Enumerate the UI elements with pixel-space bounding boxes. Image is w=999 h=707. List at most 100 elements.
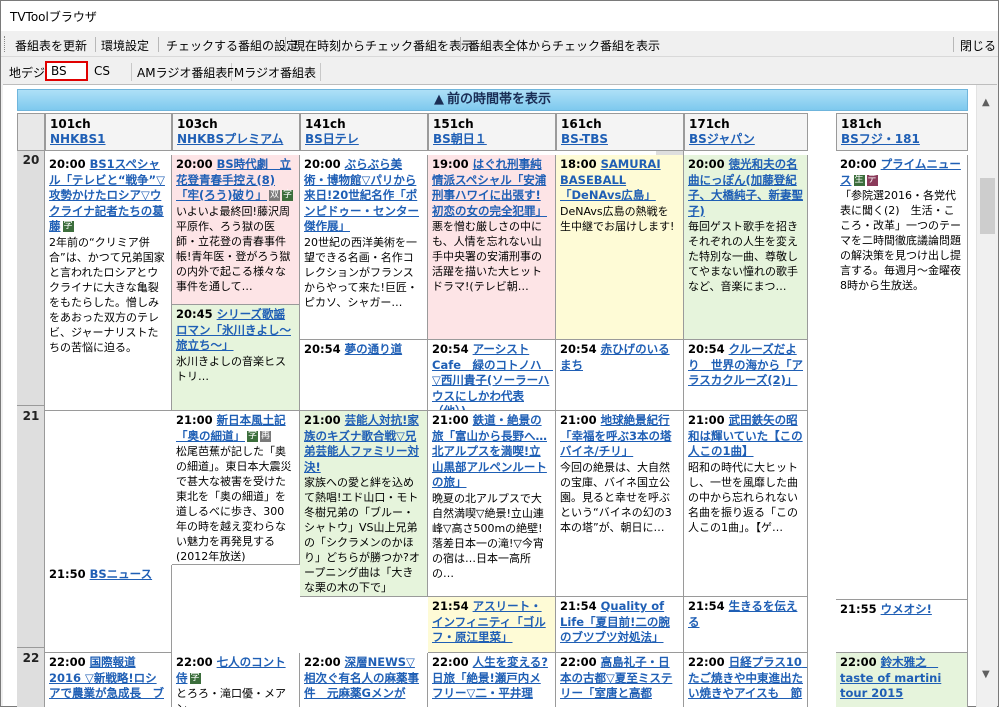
program-heading: 20:54 赤ひげのいるまち: [560, 342, 679, 373]
program-heading: 20:45 シリーズ歌謡ロマン「氷川きよし～旅立ち～」: [176, 307, 295, 354]
program-cell[interactable]: 20:54 アーシストCafe 緑のコトノハ ▽西川貴子(ソーラーハウスにしかわ代…: [428, 340, 556, 411]
settings-button[interactable]: 環境設定: [101, 37, 149, 54]
program-cell[interactable]: 20:00 BS時代劇 立花登青春手控え(8)「牢(ろう)破り」双字いよいよ最終回…: [172, 155, 300, 305]
channel-header: 103ch NHKBSプレミアム: [172, 113, 300, 151]
program-cell[interactable]: 22:00七人のコント侍字とろろ・滝口優・メアン…: [172, 653, 300, 707]
program-cell[interactable]: 21:00 新日本風土記「奥の細道」字再松尾芭蕉が記した「奥の細道」。東日本大震災…: [172, 411, 300, 565]
hour-column-left: [17, 151, 45, 707]
channel-name-link[interactable]: NHKBSプレミアム: [177, 132, 299, 147]
program-cell[interactable]: 22:00国際報道2016 ▽新戦略!ロシアで農業が急成長 ブー: [45, 653, 172, 707]
refresh-schedule-button[interactable]: 番組表を更新: [15, 37, 87, 54]
program-cell[interactable]: 20:54 赤ひげのいるまち: [556, 340, 684, 411]
program-cell[interactable]: 19:00 はぐれ刑事純情派スペシャル「安浦刑事ハワイに出張す!初恋の女の完全犯罪…: [428, 155, 556, 340]
channel-number: 151ch: [433, 117, 474, 131]
channel-number: 181ch: [841, 117, 882, 131]
channel-number: 141ch: [305, 117, 346, 131]
vertical-scrollbar[interactable]: ▲ ▼: [976, 85, 997, 707]
program-badge: 字: [62, 221, 74, 232]
hour-label: 20: [22, 153, 40, 167]
program-heading: 20:00 徳光和夫の名曲にっぽん(加藤登紀子、大橋純子、新妻聖子): [688, 157, 803, 219]
program-time: 22:00: [176, 655, 213, 669]
program-title-link[interactable]: 夢の通り道: [345, 342, 403, 356]
program-heading: 18:00 SAMURAI BASEBALL「DeNAvs広島」: [560, 157, 679, 204]
program-cell[interactable]: 21:50 BSニュース: [45, 565, 172, 653]
toolbar-grip[interactable]: [4, 36, 7, 52]
program-grid: 202122202122101chNHKBS1103chNHKBSプレミアム14…: [17, 113, 968, 707]
program-time: 20:54: [432, 342, 469, 356]
program-description: DeNAvs広島の熱戦を生中継でお届けします!: [560, 204, 675, 233]
program-heading: 19:00 はぐれ刑事純情派スペシャル「安浦刑事ハワイに出張す!初恋の女の完全犯罪…: [432, 157, 551, 219]
program-heading: 20:54 夢の通り道: [304, 342, 423, 358]
channel-header: 181ch BSフジ・181: [836, 113, 968, 151]
previous-timeslot-button[interactable]: ▲ 前の時間帯を表示: [17, 89, 968, 111]
tab-am-radio[interactable]: AMラジオ番組表: [133, 63, 233, 81]
channel-name-link[interactable]: BS日テレ: [305, 132, 427, 147]
program-cell[interactable]: 21:00 武田鉄矢の昭和は輝いていた【この人この1曲】 昭和の時代に大ヒットし、一…: [684, 411, 808, 597]
program-cell[interactable]: 22:00 鈴木雅之 taste of martini tour 2015: [836, 653, 968, 707]
show-check-from-now-button[interactable]: 現在時刻からチェック番組を表示: [293, 37, 473, 54]
program-cell[interactable]: 21:00 芸能人対抗!家族のキズナ歌合戦▽兄弟芸能人ファミリー対決! 家族への愛と…: [300, 411, 428, 597]
program-cell[interactable]: 22:00 高島礼子・日本の古都▽夏至ミステリー「室唐と高都: [556, 653, 684, 707]
program-cell[interactable]: 20:45 シリーズ歌謡ロマン「氷川きよし～旅立ち～」 氷川きよしの音楽ヒストリ…: [172, 305, 300, 411]
tab-fm-radio[interactable]: FMラジオ番組表: [223, 63, 322, 81]
program-description: 2年前の“クリミア併合”は、かつて兄弟国家と言われたロシアとウクライナに大きな亀…: [49, 235, 165, 354]
check-programs-settings-button[interactable]: チェックする番組の設定: [166, 37, 298, 54]
program-title-link[interactable]: BSニュース: [90, 567, 152, 581]
tab-bs[interactable]: BS: [45, 61, 88, 81]
toolbar-separator: [460, 37, 461, 52]
tab-terrestrial[interactable]: 地デジ: [5, 63, 51, 81]
program-heading: 22:00 深層NEWS▽相次ぐ有名人の麻薬事件 元麻薬Gメンが: [304, 655, 423, 702]
program-time: 20:00: [304, 157, 341, 171]
channel-name-link[interactable]: BS朝日１: [433, 132, 555, 147]
program-description: 氷川きよしの音楽ヒストリ…: [176, 354, 286, 383]
program-cell[interactable]: 21:54 アスリート・インフィニティ「ゴルフ・原江里菜」: [428, 597, 556, 653]
program-time: 21:00: [560, 413, 597, 427]
program-time: 21:00: [688, 413, 725, 427]
program-heading: 20:00 プライムニュース生デ: [840, 157, 963, 188]
channel-name-link[interactable]: BS-TBS: [561, 132, 683, 147]
show-check-all-button[interactable]: 番組表全体からチェック番組を表示: [468, 37, 660, 54]
program-heading: 21:00 地球絶景紀行「幸福を呼ぶ3本の塔 バイネ/チリ」: [560, 413, 679, 460]
program-cell[interactable]: 20:00 ぶらぶら美術・博物館▽パリから来日!20世紀名作「ポンピドゥー・センタ…: [300, 155, 428, 340]
scrollbar-thumb[interactable]: [980, 178, 995, 234]
program-time: 20:54: [304, 342, 341, 356]
previous-timeslot-label: 前の時間帯を表示: [446, 92, 551, 107]
program-cell[interactable]: 21:54 Quality of Life「夏目前!二の腕のブツブツ対処法」: [556, 597, 684, 653]
program-cell[interactable]: 22:00 深層NEWS▽相次ぐ有名人の麻薬事件 元麻薬Gメンが: [300, 653, 428, 707]
program-heading: 21:54 アスリート・インフィニティ「ゴルフ・原江里菜」: [432, 599, 551, 646]
program-badge: 再: [260, 430, 272, 442]
toolbar: 番組表を更新 環境設定 チェックする番組の設定 現在時刻からチェック番組を表示 …: [1, 31, 998, 57]
toolbar-separator: [158, 37, 159, 52]
program-time: 21:54: [560, 599, 597, 613]
program-cell[interactable]: 20:54 夢の通り道: [300, 340, 428, 411]
program-cell[interactable]: 21:00 鉄道・絶景の旅「富山から長野へ…北アルプスを満喫!立山黒部アルペンルー…: [428, 411, 556, 597]
program-cell[interactable]: 21:00 地球絶景紀行「幸福を呼ぶ3本の塔 バイネ/チリ」 今回の絶景は、大自然の…: [556, 411, 684, 597]
program-cell[interactable]: 21:54 生きるを伝える: [684, 597, 808, 653]
program-title-link[interactable]: ウメオシ!: [881, 602, 932, 616]
program-cell[interactable]: 20:00 BS1スペシャル「テレビと“戦争”▽攻勢かけたロシア▽ウクライナ記者た…: [45, 155, 172, 411]
program-cell[interactable]: 22:00 日経プラス10 たご焼きや中東進出たい焼きやアイスも 節: [684, 653, 808, 707]
scroll-down-icon[interactable]: ▼: [982, 669, 990, 680]
channel-header: 101ch NHKBS1: [45, 113, 172, 151]
channel-name-link[interactable]: BSジャパン: [689, 132, 807, 147]
program-description: いよいよ最終回!藤沢周平原作、ろう獄の医師・立花登の青春事件帳!青年医・登がろう…: [176, 204, 291, 293]
program-description: 家族への愛と絆を込めて熱唱!エド山口・モト冬樹兄弟の「ブルー・シャトウ」VS山上…: [304, 476, 420, 594]
program-cell[interactable]: 22:00 人生を変える?日旅「絶景!瀬戸内メフリー▽二・平井理: [428, 653, 556, 707]
program-cell[interactable]: 20:00 プライムニュース生デ「参院選2016・各党代表に聞く(2) 生活・ここ…: [836, 155, 968, 600]
program-badge: 双: [269, 190, 281, 201]
hour-divider: [17, 405, 45, 406]
program-heading: 22:00 人生を変える?日旅「絶景!瀬戸内メフリー▽二・平井理: [432, 655, 551, 702]
tab-cs[interactable]: CS: [90, 63, 132, 81]
channel-header: 171ch BSジャパン: [684, 113, 808, 151]
scroll-up-icon[interactable]: ▲: [982, 97, 990, 108]
program-cell[interactable]: 20:00 徳光和夫の名曲にっぽん(加藤登紀子、大橋純子、新妻聖子) 毎回ゲスト歌手…: [684, 155, 808, 340]
program-cell[interactable]: 18:00 SAMURAI BASEBALL「DeNAvs広島」 DeNAvs広島の…: [556, 155, 684, 340]
program-cell[interactable]: 20:54 クルーズだより 世界の海から「アラスカクルーズ(2)」: [684, 340, 808, 411]
program-cell[interactable]: 21:55 ウメオシ!: [836, 600, 968, 653]
channel-name-link[interactable]: BSフジ・181: [841, 132, 967, 147]
program-badge: 字: [247, 430, 259, 442]
program-heading: 20:00 ぶらぶら美術・博物館▽パリから来日!20世紀名作「ポンピドゥー・センタ…: [304, 157, 423, 235]
channel-name-link[interactable]: NHKBS1: [50, 132, 171, 147]
close-button[interactable]: 閉じる: [960, 37, 996, 54]
program-time: 20:00: [688, 157, 725, 171]
